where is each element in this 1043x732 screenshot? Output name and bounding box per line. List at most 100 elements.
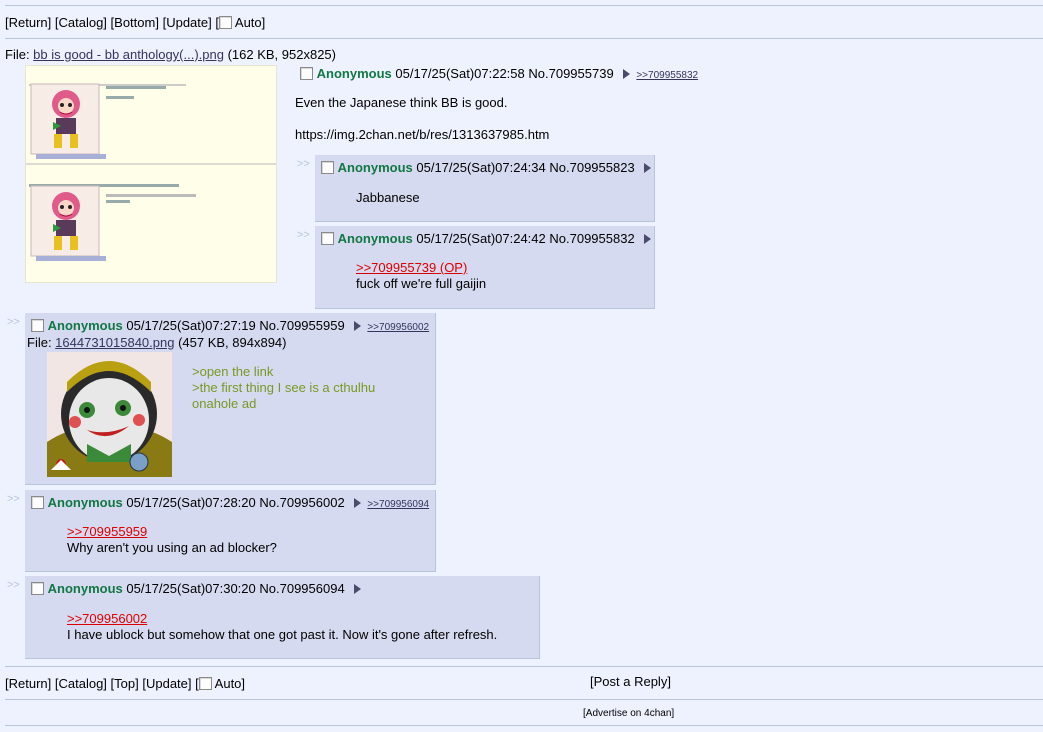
reply-post: Anonymous 05/17/25(Sat)07:30:20 No.70995… bbox=[25, 576, 540, 659]
select-checkbox[interactable] bbox=[321, 161, 334, 174]
op-post-info: Anonymous 05/17/25(Sat)07:22:58 No.70995… bbox=[300, 66, 698, 81]
greentext-line: >open the link bbox=[192, 364, 274, 379]
poster-name: Anonymous bbox=[316, 66, 392, 81]
message-text: fuck off we're full gaijin bbox=[356, 276, 487, 291]
file-label: File: bbox=[27, 335, 56, 350]
quote-link[interactable]: >>709955739 (OP) bbox=[356, 260, 486, 276]
top-nav: [Return] [Catalog] [Bottom] [Update] [ A… bbox=[5, 15, 265, 30]
post-number[interactable]: No.709956094 bbox=[259, 581, 344, 596]
post-datetime: 05/17/25(Sat)07:24:34 bbox=[416, 160, 546, 175]
bottom-nav: [Return] [Catalog] [Top] [Update] [ Auto… bbox=[5, 676, 245, 691]
file-label: File: bbox=[5, 47, 34, 62]
op-line: https://img.2chan.net/b/res/1313637985.h… bbox=[295, 127, 550, 142]
poster-name: Anonymous bbox=[47, 495, 123, 510]
post-datetime: 05/17/25(Sat)07:24:42 bbox=[416, 231, 546, 246]
footer-divider-bottom bbox=[5, 725, 1043, 726]
message: >>709955739 (OP) fuck off we're full gai… bbox=[356, 260, 486, 292]
post-number[interactable]: No.709955739 bbox=[528, 66, 613, 81]
file-meta: (457 KB, 894x894) bbox=[174, 335, 287, 350]
message-text: Why aren't you using an ad blocker? bbox=[67, 540, 277, 555]
op-select-checkbox[interactable] bbox=[300, 67, 313, 80]
post-info: Anonymous 05/17/25(Sat)07:24:34 No.70995… bbox=[321, 160, 652, 175]
catalog-link[interactable]: [Catalog] bbox=[55, 676, 107, 691]
bottom-link[interactable]: [Bottom] bbox=[111, 15, 159, 30]
auto-checkbox[interactable] bbox=[198, 677, 212, 690]
post-menu-arrow-icon[interactable] bbox=[644, 234, 652, 244]
update-link[interactable]: [Update] bbox=[142, 676, 191, 691]
post-number[interactable]: No.709955959 bbox=[259, 318, 344, 333]
file-meta: (162 KB, 952x825) bbox=[223, 47, 336, 62]
return-link[interactable]: [Return] bbox=[5, 15, 51, 30]
poster-name: Anonymous bbox=[47, 318, 123, 333]
advertise-link[interactable]: [Advertise on 4chan] bbox=[583, 708, 674, 719]
auto-label: Auto] bbox=[234, 15, 266, 30]
poster-name: Anonymous bbox=[47, 581, 123, 596]
post-datetime: 05/17/25(Sat)07:30:20 bbox=[126, 581, 256, 596]
reply-thumbnail[interactable] bbox=[47, 352, 172, 477]
file-link[interactable]: 1644731015840.png bbox=[55, 335, 174, 350]
post-info: Anonymous 05/17/25(Sat)07:27:19 No.70995… bbox=[31, 318, 429, 333]
post-datetime: 05/17/25(Sat)07:28:20 bbox=[126, 495, 256, 510]
footer-divider bbox=[5, 699, 1043, 700]
greentext-line: >the first thing I see is a cthulhu bbox=[192, 380, 376, 395]
select-checkbox[interactable] bbox=[31, 582, 44, 595]
quote-link[interactable]: >>709956002 bbox=[67, 611, 497, 627]
side-arrows: >> bbox=[7, 493, 20, 505]
anime-girl-image bbox=[47, 352, 172, 477]
reply-post: Anonymous 05/17/25(Sat)07:27:19 No.70995… bbox=[25, 313, 436, 485]
op-line: Even the Japanese think BB is good. bbox=[295, 95, 508, 110]
post-number[interactable]: No.709955823 bbox=[549, 160, 634, 175]
op-message: Even the Japanese think BB is good. http… bbox=[295, 95, 549, 143]
top-divider bbox=[5, 5, 1043, 6]
post-number[interactable]: No.709956002 bbox=[259, 495, 344, 510]
post-menu-arrow-icon[interactable] bbox=[354, 584, 362, 594]
post-menu-arrow-icon[interactable] bbox=[354, 321, 362, 331]
nav-divider bbox=[5, 38, 1043, 39]
bottom-divider bbox=[5, 666, 1043, 667]
quote-link[interactable]: >>709955959 bbox=[67, 524, 277, 540]
reply-post: Anonymous 05/17/25(Sat)07:24:34 No.70995… bbox=[315, 155, 655, 222]
poster-name: Anonymous bbox=[337, 160, 413, 175]
post-menu-arrow-icon[interactable] bbox=[354, 498, 362, 508]
manga-screenshot-image bbox=[26, 66, 276, 282]
greentext-line: onahole ad bbox=[192, 396, 257, 411]
select-checkbox[interactable] bbox=[321, 232, 334, 245]
reply-post: Anonymous 05/17/25(Sat)07:24:42 No.70995… bbox=[315, 226, 655, 309]
return-link[interactable]: [Return] bbox=[5, 676, 51, 691]
auto-label: Auto] bbox=[214, 676, 246, 691]
op-line bbox=[295, 111, 549, 127]
post-info: Anonymous 05/17/25(Sat)07:30:20 No.70995… bbox=[31, 581, 362, 596]
update-link[interactable]: [Update] bbox=[163, 15, 212, 30]
reply-post: Anonymous 05/17/25(Sat)07:28:20 No.70995… bbox=[25, 490, 436, 572]
backlink[interactable]: >>709956094 bbox=[367, 499, 429, 510]
post-menu-arrow-icon[interactable] bbox=[644, 163, 652, 173]
backlink[interactable]: >>709956002 bbox=[367, 322, 429, 333]
select-checkbox[interactable] bbox=[31, 319, 44, 332]
op-file-link[interactable]: bb is good - bb anthology(...).png bbox=[33, 47, 224, 62]
post-number[interactable]: No.709955832 bbox=[549, 231, 634, 246]
side-arrows: >> bbox=[297, 158, 310, 170]
side-arrows: >> bbox=[297, 229, 310, 241]
op-file-info: File: bb is good - bb anthology(...).png… bbox=[5, 47, 336, 62]
post-datetime: 05/17/25(Sat)07:22:58 bbox=[395, 66, 525, 81]
message-text: I have ublock but somehow that one got p… bbox=[67, 627, 498, 642]
post-info: Anonymous 05/17/25(Sat)07:24:42 No.70995… bbox=[321, 231, 652, 246]
post-menu-arrow-icon[interactable] bbox=[623, 69, 631, 79]
message-text: Jabbanese bbox=[356, 190, 420, 205]
top-link[interactable]: [Top] bbox=[111, 676, 139, 691]
message: >>709956002 I have ublock but somehow th… bbox=[67, 611, 497, 643]
file-info: File: 1644731015840.png (457 KB, 894x894… bbox=[27, 335, 287, 350]
post-reply-link[interactable]: [Post a Reply] bbox=[590, 674, 671, 689]
post-datetime: 05/17/25(Sat)07:27:19 bbox=[126, 318, 256, 333]
greentext-message: >open the link >the first thing I see is… bbox=[192, 364, 375, 412]
catalog-link[interactable]: [Catalog] bbox=[55, 15, 107, 30]
op-thumbnail[interactable] bbox=[25, 65, 277, 283]
side-arrows: >> bbox=[7, 579, 20, 591]
side-arrows: >> bbox=[7, 316, 20, 328]
backlink[interactable]: >>709955832 bbox=[636, 70, 698, 81]
message: >>709955959 Why aren't you using an ad b… bbox=[67, 524, 277, 556]
select-checkbox[interactable] bbox=[31, 496, 44, 509]
post-info: Anonymous 05/17/25(Sat)07:28:20 No.70995… bbox=[31, 495, 429, 510]
auto-checkbox[interactable] bbox=[219, 16, 232, 29]
poster-name: Anonymous bbox=[337, 231, 413, 246]
